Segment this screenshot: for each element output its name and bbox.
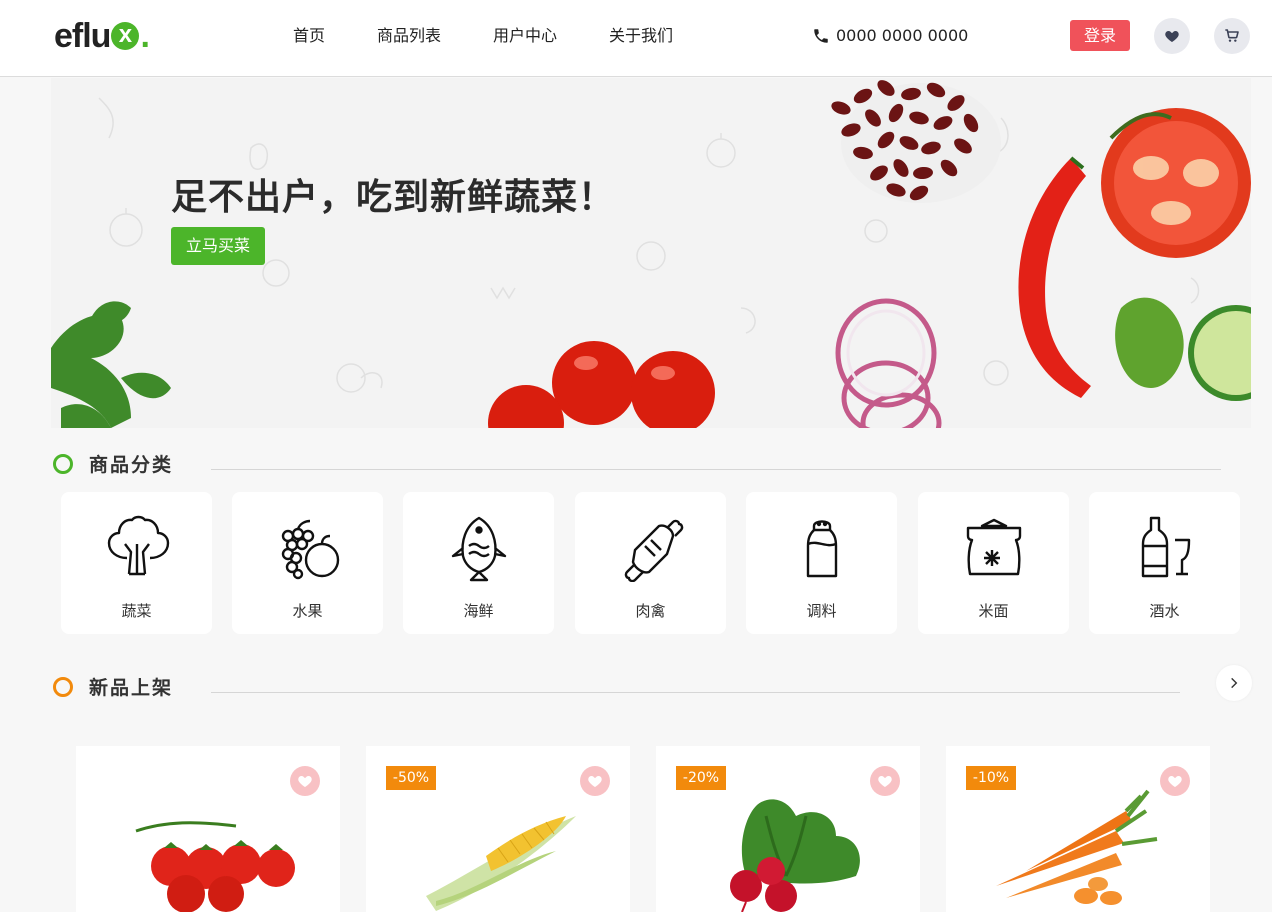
rice-sack-icon: [966, 518, 1022, 576]
category-drinks[interactable]: 酒水: [1089, 492, 1240, 634]
product-card[interactable]: -20%: [656, 746, 920, 912]
category-label: 肉禽: [635, 602, 666, 620]
banner-headline: 足不出户，吃到新鲜蔬菜！: [171, 177, 616, 218]
new-products-section-title: 新品上架: [53, 673, 173, 700]
categories-title: 商品分类: [89, 454, 174, 476]
nav-about[interactable]: 关于我们: [609, 25, 673, 47]
meat-icon: [624, 519, 684, 582]
hero-banner: 足不出户，吃到新鲜蔬菜！ 立马买菜: [51, 78, 1251, 428]
nav-user-center[interactable]: 用户中心: [493, 25, 557, 47]
new-products-title: 新品上架: [89, 677, 174, 699]
main-nav: 首页 商品列表 用户中心 关于我们: [293, 25, 725, 47]
logo-mark: x: [111, 22, 140, 50]
wine-icon: [1141, 516, 1191, 578]
category-label: 酒水: [1149, 602, 1180, 620]
nav-home[interactable]: 首页: [293, 25, 325, 47]
cart-icon: [1225, 29, 1239, 42]
login-button[interactable]: 登录: [1070, 20, 1130, 51]
category-label: 蔬菜: [121, 602, 152, 620]
heart-icon: [1165, 31, 1179, 42]
phone-icon: [814, 29, 828, 43]
section-divider: [211, 469, 1221, 470]
category-meat[interactable]: 肉禽: [575, 492, 726, 634]
buy-now-button[interactable]: 立马买菜: [171, 227, 265, 265]
product-image-radish: [730, 799, 860, 912]
product-image-corn: [426, 816, 576, 911]
salt-shaker-icon: [806, 520, 838, 578]
brand-logo[interactable]: eflu x.: [54, 16, 150, 56]
category-seafood[interactable]: 海鲜: [403, 492, 554, 634]
green-ring-icon: [53, 453, 73, 474]
product-image-tomatoes: [135, 821, 295, 912]
product-card[interactable]: [76, 746, 340, 912]
carousel-next-button[interactable]: [1216, 665, 1252, 701]
broccoli-icon: [107, 515, 170, 576]
category-label: 调料: [806, 602, 837, 620]
orange-ring-icon: [53, 676, 73, 697]
category-label: 米面: [978, 602, 1009, 620]
categories-section-title: 商品分类: [53, 450, 173, 477]
fish-icon: [451, 516, 507, 582]
category-fruits[interactable]: 水果: [232, 492, 383, 634]
favorites-button[interactable]: [1154, 18, 1190, 54]
product-image-carrots: [996, 789, 1158, 905]
chevron-right-icon: [1231, 677, 1238, 689]
category-condiments[interactable]: 调料: [746, 492, 897, 634]
logo-dot: .: [140, 16, 150, 55]
category-label: 水果: [292, 602, 323, 620]
cart-button[interactable]: [1214, 18, 1250, 54]
category-label: 海鲜: [463, 602, 494, 620]
category-rice-noodles[interactable]: 米面: [918, 492, 1069, 634]
site-header: eflu x. 首页 商品列表 用户中心 关于我们 0000 0000 0000 …: [0, 0, 1272, 77]
phone-number: 0000 0000 0000: [836, 26, 969, 45]
category-vegetables[interactable]: 蔬菜: [61, 492, 212, 634]
product-card[interactable]: -10%: [946, 746, 1210, 912]
nav-product-list[interactable]: 商品列表: [377, 25, 441, 47]
section-divider: [211, 692, 1180, 693]
fruit-icon: [281, 519, 340, 580]
logo-text: eflu: [54, 16, 111, 55]
product-card[interactable]: -50%: [366, 746, 630, 912]
contact-phone: 0000 0000 0000: [812, 25, 968, 47]
